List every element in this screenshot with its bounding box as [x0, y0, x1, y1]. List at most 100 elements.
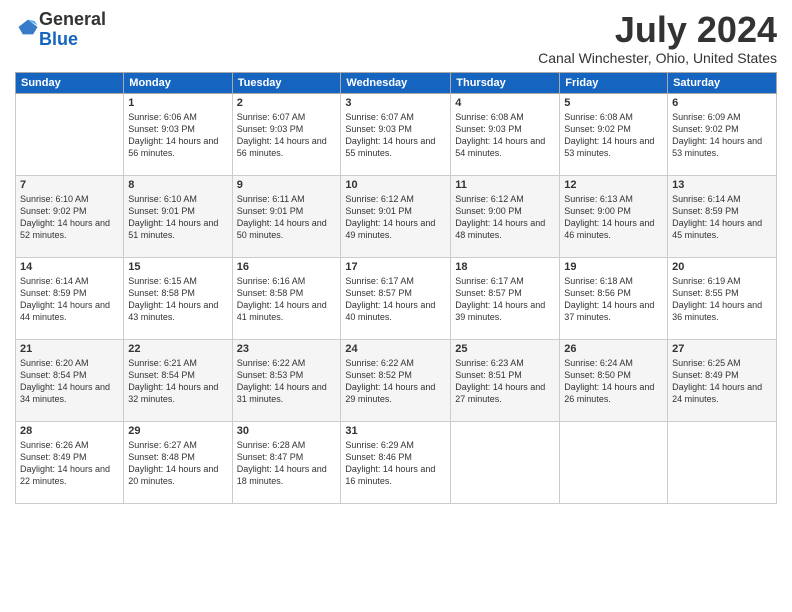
cell-date: 18 — [455, 261, 555, 273]
cell-date: 23 — [237, 343, 337, 355]
day-header-tuesday: Tuesday — [232, 72, 341, 93]
calendar-cell: 4Sunrise: 6:08 AM Sunset: 9:03 PM Daylig… — [451, 93, 560, 175]
cell-info: Sunrise: 6:07 AM Sunset: 9:03 PM Dayligh… — [345, 111, 446, 160]
calendar-cell: 20 Sunrise: 6:19 AM Sunset: 8:55 PM Dayli… — [668, 257, 777, 339]
cell-info: Sunrise: 6:19 AM Sunset: 8:55 PM Dayligh… — [672, 275, 772, 324]
day-header-friday: Friday — [560, 72, 668, 93]
cell-date: 7 — [20, 179, 119, 191]
cell-date: 29 — [128, 425, 227, 437]
calendar-cell: 19 Sunrise: 6:18 AM Sunset: 8:56 PM Dayli… — [560, 257, 668, 339]
cell-date: 14 — [20, 261, 119, 273]
logo-icon — [17, 18, 39, 36]
calendar-cell: 21 Sunrise: 6:20 AM Sunset: 8:54 PM Dayli… — [16, 339, 124, 421]
cell-date: 27 — [672, 343, 772, 355]
cell-info: Sunrise: 6:06 AM Sunset: 9:03 PM Dayligh… — [128, 111, 227, 160]
cell-date: 24 — [345, 343, 446, 355]
calendar-cell: 9Sunrise: 6:11 AM Sunset: 9:01 PM Daylig… — [232, 175, 341, 257]
cell-date: 15 — [128, 261, 227, 273]
cell-date: 10 — [345, 179, 446, 191]
cell-info: Sunrise: 6:10 AM Sunset: 9:02 PM Dayligh… — [20, 193, 119, 242]
calendar-cell: 25Sunrise: 6:23 AM Sunset: 8:51 PM Dayli… — [451, 339, 560, 421]
cell-date: 25 — [455, 343, 555, 355]
calendar-cell: 28 Sunrise: 6:26 AM Sunset: 8:49 PM Dayli… — [16, 421, 124, 503]
calendar-cell: 30 Sunrise: 6:28 AM Sunset: 8:47 PM Dayli… — [232, 421, 341, 503]
cell-date: 8 — [128, 179, 227, 191]
calendar-cell: 10 Sunrise: 6:12 AM Sunset: 9:01 PM Dayli… — [341, 175, 451, 257]
cell-info: Sunrise: 6:27 AM Sunset: 8:48 PM Dayligh… — [128, 439, 227, 488]
calendar-cell: 12Sunrise: 6:13 AM Sunset: 9:00 PM Dayli… — [560, 175, 668, 257]
cell-date: 17 — [345, 261, 446, 273]
cell-info: Sunrise: 6:28 AM Sunset: 8:47 PM Dayligh… — [237, 439, 337, 488]
day-header-sunday: Sunday — [16, 72, 124, 93]
cell-date: 2 — [237, 97, 337, 109]
cell-info: Sunrise: 6:24 AM Sunset: 8:50 PM Dayligh… — [564, 357, 663, 406]
cell-info: Sunrise: 6:29 AM Sunset: 8:46 PM Dayligh… — [345, 439, 446, 488]
day-header-monday: Monday — [124, 72, 232, 93]
calendar-cell: 3 Sunrise: 6:07 AM Sunset: 9:03 PM Daylig… — [341, 93, 451, 175]
calendar-cell: 7 Sunrise: 6:10 AM Sunset: 9:02 PM Daylig… — [16, 175, 124, 257]
cell-date: 19 — [564, 261, 663, 273]
cell-info: Sunrise: 6:14 AM Sunset: 8:59 PM Dayligh… — [672, 193, 772, 242]
calendar-cell: 23 Sunrise: 6:22 AM Sunset: 8:53 PM Dayli… — [232, 339, 341, 421]
week-row-3: 21 Sunrise: 6:20 AM Sunset: 8:54 PM Dayli… — [16, 339, 777, 421]
cell-date: 20 — [672, 261, 772, 273]
calendar-cell: 17 Sunrise: 6:17 AM Sunset: 8:57 PM Dayli… — [341, 257, 451, 339]
calendar-cell — [668, 421, 777, 503]
calendar-cell: 8 Sunrise: 6:10 AM Sunset: 9:01 PM Daylig… — [124, 175, 232, 257]
cell-info: Sunrise: 6:10 AM Sunset: 9:01 PM Dayligh… — [128, 193, 227, 242]
cell-date: 13 — [672, 179, 772, 191]
calendar-cell: 13 Sunrise: 6:14 AM Sunset: 8:59 PM Dayli… — [668, 175, 777, 257]
calendar-cell: 26Sunrise: 6:24 AM Sunset: 8:50 PM Dayli… — [560, 339, 668, 421]
cell-info: Sunrise: 6:17 AM Sunset: 8:57 PM Dayligh… — [345, 275, 446, 324]
cell-date: 28 — [20, 425, 119, 437]
calendar-cell: 31Sunrise: 6:29 AM Sunset: 8:46 PM Dayli… — [341, 421, 451, 503]
cell-info: Sunrise: 6:09 AM Sunset: 9:02 PM Dayligh… — [672, 111, 772, 160]
cell-info: Sunrise: 6:21 AM Sunset: 8:54 PM Dayligh… — [128, 357, 227, 406]
calendar-cell — [560, 421, 668, 503]
cell-date: 22 — [128, 343, 227, 355]
cell-info: Sunrise: 6:16 AM Sunset: 8:58 PM Dayligh… — [237, 275, 337, 324]
day-header-row: SundayMondayTuesdayWednesdayThursdayFrid… — [16, 72, 777, 93]
week-row-2: 14 Sunrise: 6:14 AM Sunset: 8:59 PM Dayli… — [16, 257, 777, 339]
cell-info: Sunrise: 6:25 AM Sunset: 8:49 PM Dayligh… — [672, 357, 772, 406]
cell-info: Sunrise: 6:12 AM Sunset: 9:01 PM Dayligh… — [345, 193, 446, 242]
cell-info: Sunrise: 6:15 AM Sunset: 8:58 PM Dayligh… — [128, 275, 227, 324]
calendar-cell: 15 Sunrise: 6:15 AM Sunset: 8:58 PM Dayli… — [124, 257, 232, 339]
cell-info: Sunrise: 6:22 AM Sunset: 8:53 PM Dayligh… — [237, 357, 337, 406]
cell-date: 30 — [237, 425, 337, 437]
logo: General Blue — [15, 10, 106, 50]
day-header-wednesday: Wednesday — [341, 72, 451, 93]
week-row-4: 28 Sunrise: 6:26 AM Sunset: 8:49 PM Dayli… — [16, 421, 777, 503]
cell-info: Sunrise: 6:20 AM Sunset: 8:54 PM Dayligh… — [20, 357, 119, 406]
cell-info: Sunrise: 6:14 AM Sunset: 8:59 PM Dayligh… — [20, 275, 119, 324]
cell-date: 21 — [20, 343, 119, 355]
logo-blue: Blue — [39, 29, 78, 49]
cell-date: 5 — [564, 97, 663, 109]
cell-date: 6 — [672, 97, 772, 109]
week-row-0: 1 Sunrise: 6:06 AM Sunset: 9:03 PM Daylig… — [16, 93, 777, 175]
cell-date: 1 — [128, 97, 227, 109]
cell-info: Sunrise: 6:08 AM Sunset: 9:02 PM Dayligh… — [564, 111, 663, 160]
cell-date: 16 — [237, 261, 337, 273]
cell-info: Sunrise: 6:18 AM Sunset: 8:56 PM Dayligh… — [564, 275, 663, 324]
cell-info: Sunrise: 6:26 AM Sunset: 8:49 PM Dayligh… — [20, 439, 119, 488]
calendar-table: SundayMondayTuesdayWednesdayThursdayFrid… — [15, 72, 777, 504]
cell-date: 12 — [564, 179, 663, 191]
cell-info: Sunrise: 6:08 AM Sunset: 9:03 PM Dayligh… — [455, 111, 555, 160]
calendar-cell: 29 Sunrise: 6:27 AM Sunset: 8:48 PM Dayli… — [124, 421, 232, 503]
calendar-cell: 18 Sunrise: 6:17 AM Sunset: 8:57 PM Dayli… — [451, 257, 560, 339]
calendar-cell — [451, 421, 560, 503]
calendar-cell: 22 Sunrise: 6:21 AM Sunset: 8:54 PM Dayli… — [124, 339, 232, 421]
day-header-thursday: Thursday — [451, 72, 560, 93]
calendar-cell: 27 Sunrise: 6:25 AM Sunset: 8:49 PM Dayli… — [668, 339, 777, 421]
month-title: July 2024 — [538, 10, 777, 50]
calendar-cell: 1 Sunrise: 6:06 AM Sunset: 9:03 PM Daylig… — [124, 93, 232, 175]
calendar-cell: 14 Sunrise: 6:14 AM Sunset: 8:59 PM Dayli… — [16, 257, 124, 339]
cell-date: 3 — [345, 97, 446, 109]
header: General Blue July 2024 Canal Winchester,… — [15, 10, 777, 66]
week-row-1: 7 Sunrise: 6:10 AM Sunset: 9:02 PM Daylig… — [16, 175, 777, 257]
logo-general: General — [39, 9, 106, 29]
cell-info: Sunrise: 6:17 AM Sunset: 8:57 PM Dayligh… — [455, 275, 555, 324]
cell-date: 11 — [455, 179, 555, 191]
logo-text: General Blue — [39, 10, 106, 50]
